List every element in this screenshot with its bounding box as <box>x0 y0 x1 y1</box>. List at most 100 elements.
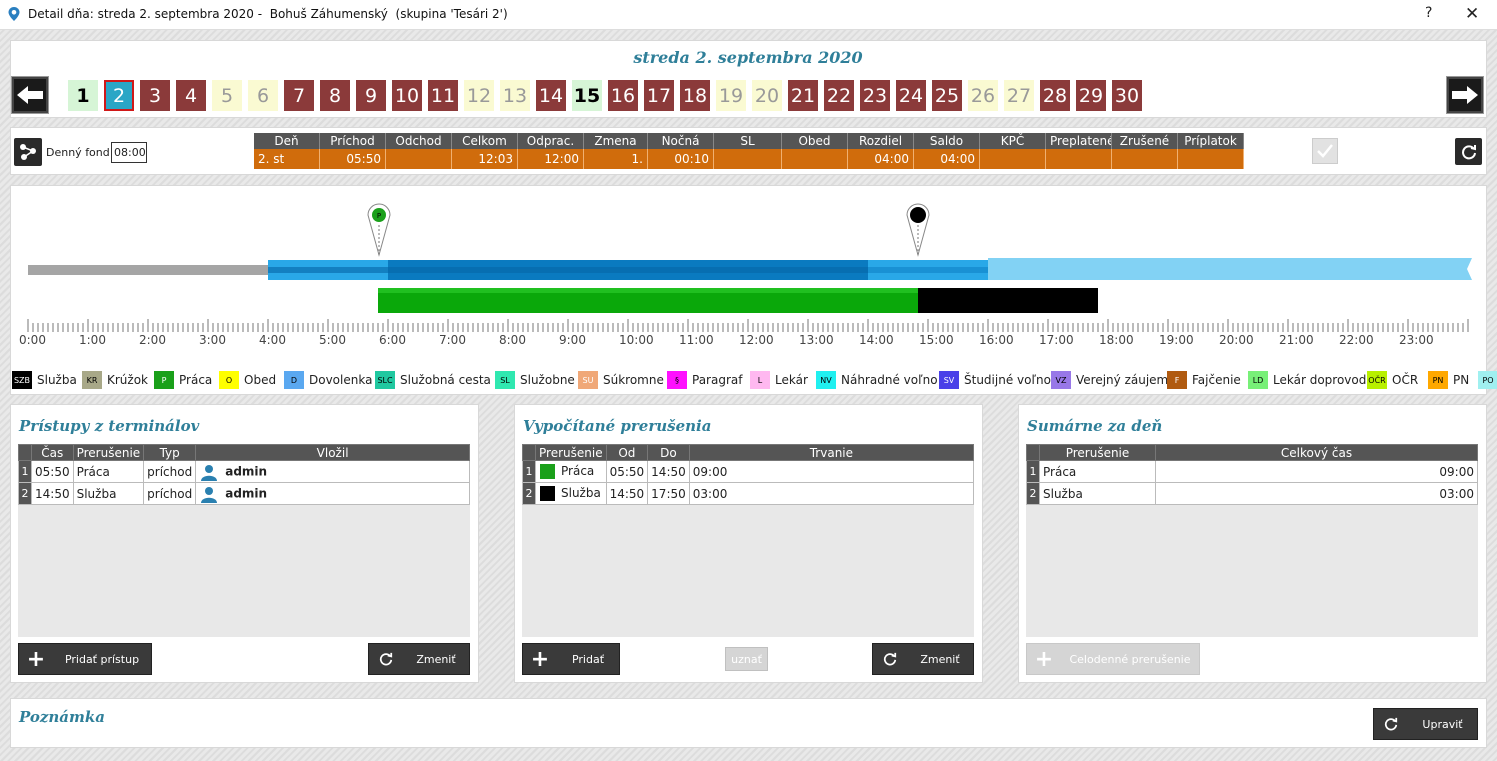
day-8-button[interactable]: 8 <box>320 80 350 111</box>
day-21-button[interactable]: 21 <box>788 80 818 111</box>
legend-label: Fajčenie <box>1192 373 1241 387</box>
break-name: Služba <box>561 486 601 500</box>
day-25-button[interactable]: 25 <box>932 80 962 111</box>
day-23-button[interactable]: 23 <box>860 80 890 111</box>
summary-col-13: Zrušené <box>1112 133 1178 149</box>
day-28-button[interactable]: 28 <box>1040 80 1070 111</box>
table-row[interactable]: 2 Služba 03:00 <box>1026 482 1478 505</box>
table-row[interactable]: 2 14:50 Služba príchod admin <box>18 482 470 505</box>
legend-label: Služba <box>37 373 77 387</box>
day-5-button[interactable]: 5 <box>212 80 242 111</box>
day-6-button[interactable]: 6 <box>248 80 278 111</box>
break-cell: Služba <box>1039 482 1156 505</box>
table-row[interactable]: 1 Práca 09:00 <box>1026 460 1478 483</box>
day-12-button[interactable]: 12 <box>464 80 494 111</box>
refresh-icon <box>1374 709 1408 739</box>
user-icon <box>199 464 225 481</box>
duration-cell: 03:00 <box>688 482 975 505</box>
summary-row[interactable]: 2. st 05:50 12:03 12:00 1. 00:10 04:00 04:00 <box>254 149 1244 169</box>
summary-col-2: Odchod <box>386 133 452 149</box>
hour-label: 15:00 <box>919 333 954 347</box>
summary-col-5: Zmena <box>584 133 648 149</box>
timeline[interactable]: P <box>10 185 1487 395</box>
table-row[interactable]: 1 05:50 Práca príchod admin <box>18 460 470 483</box>
day-27-button[interactable]: 27 <box>1004 80 1034 111</box>
hour-label: 4:00 <box>259 333 286 347</box>
day-14-button[interactable]: 14 <box>536 80 566 111</box>
legend-label: PN <box>1453 373 1470 387</box>
refresh-summary-button[interactable] <box>1455 138 1482 165</box>
fullday-break-button[interactable]: + Celodenné prerušenie <box>1026 643 1200 675</box>
day-4-button[interactable]: 4 <box>176 80 206 111</box>
day-20-button[interactable]: 20 <box>752 80 782 111</box>
day-10-button[interactable]: 10 <box>392 80 422 111</box>
col-time[interactable]: Čas <box>31 444 74 461</box>
time-cell: 14:50 <box>31 482 74 505</box>
legend-item-su: SU Súkromne <box>578 370 664 390</box>
edit-note-button[interactable]: Upraviť <box>1373 708 1478 740</box>
summary-cell-9: 04:00 <box>848 149 914 169</box>
day-19-button[interactable]: 19 <box>716 80 746 111</box>
col-break[interactable]: Prerušenie <box>72 444 145 461</box>
col-break[interactable]: Prerušenie <box>1039 444 1156 461</box>
day-1-button[interactable]: 1 <box>68 80 98 111</box>
prev-day-button[interactable] <box>12 77 48 113</box>
summary-col-7: SL <box>714 133 782 149</box>
row-number: 2 <box>18 482 32 505</box>
from-cell: 05:50 <box>605 460 649 483</box>
legend-label: Náhradné voľno <box>841 373 938 387</box>
table-row[interactable]: 1 Práca 05:50 14:50 09:00 <box>522 460 975 483</box>
col-from[interactable]: Od <box>605 444 649 461</box>
col-duration[interactable]: Trvanie <box>688 444 975 461</box>
confirm-button[interactable] <box>1312 138 1338 164</box>
row-number: 2 <box>1026 482 1040 505</box>
add-break-button[interactable]: + Pridať <box>522 643 620 675</box>
day-3-button[interactable]: 3 <box>140 80 170 111</box>
summary-cell-12 <box>1046 149 1112 169</box>
day-7-button[interactable]: 7 <box>284 80 314 111</box>
day-30-button[interactable]: 30 <box>1112 80 1142 111</box>
structure-button[interactable] <box>14 138 42 166</box>
summary-cell-6: 00:10 <box>648 149 714 169</box>
day-11-button[interactable]: 11 <box>428 80 458 111</box>
daily-fund-label: Denný fond: <box>46 146 114 159</box>
day-18-button[interactable]: 18 <box>680 80 710 111</box>
day-17-button[interactable]: 17 <box>644 80 674 111</box>
next-day-button[interactable] <box>1447 77 1483 113</box>
summary-col-1: Príchod <box>320 133 386 149</box>
legend-swatch: OČR <box>1367 371 1387 389</box>
col-total[interactable]: Celkový čas <box>1155 444 1478 461</box>
day-13-button[interactable]: 13 <box>500 80 530 111</box>
breaks-title: Vypočítané prerušenia <box>523 417 712 435</box>
day-16-button[interactable]: 16 <box>608 80 638 111</box>
day-15-button[interactable]: 15 <box>572 80 602 111</box>
legend-item-p: P Práca <box>154 370 212 390</box>
summary-col-11: KPČ <box>980 133 1046 149</box>
change-access-button[interactable]: Zmeniť <box>368 643 470 675</box>
user-name: admin <box>225 464 268 478</box>
col-type[interactable]: Typ <box>143 444 197 461</box>
close-button[interactable]: ✕ <box>1465 4 1479 24</box>
summary-col-4: Odprac. <box>518 133 584 149</box>
daily-fund-field[interactable]: 08:00 <box>111 142 147 163</box>
col-to[interactable]: Do <box>647 444 690 461</box>
legend-swatch: F <box>1167 371 1187 389</box>
day-26-button[interactable]: 26 <box>968 80 998 111</box>
legend-swatch: L <box>750 371 770 389</box>
day-24-button[interactable]: 24 <box>896 80 926 111</box>
hour-label: 6:00 <box>379 333 406 347</box>
day-29-button[interactable]: 29 <box>1076 80 1106 111</box>
row-number: 2 <box>522 482 536 505</box>
day-9-button[interactable]: 9 <box>356 80 386 111</box>
hour-label: 2:00 <box>139 333 166 347</box>
table-row[interactable]: 2 Služba 14:50 17:50 03:00 <box>522 482 975 505</box>
col-inserted[interactable]: Vložil <box>195 444 470 461</box>
summary-header: Deň Príchod Odchod Celkom Odprac. Zmena Nočná S… <box>254 133 1244 149</box>
change-break-button[interactable]: Zmeniť <box>872 643 974 675</box>
col-break[interactable]: Prerušenie <box>535 444 607 461</box>
day-2-button[interactable]: 2 <box>104 80 134 111</box>
add-access-button[interactable]: + Pridať prístup <box>18 643 152 675</box>
day-22-button[interactable]: 22 <box>824 80 854 111</box>
help-button[interactable]: ? <box>1425 5 1432 21</box>
accept-button[interactable]: uznať <box>725 647 768 671</box>
